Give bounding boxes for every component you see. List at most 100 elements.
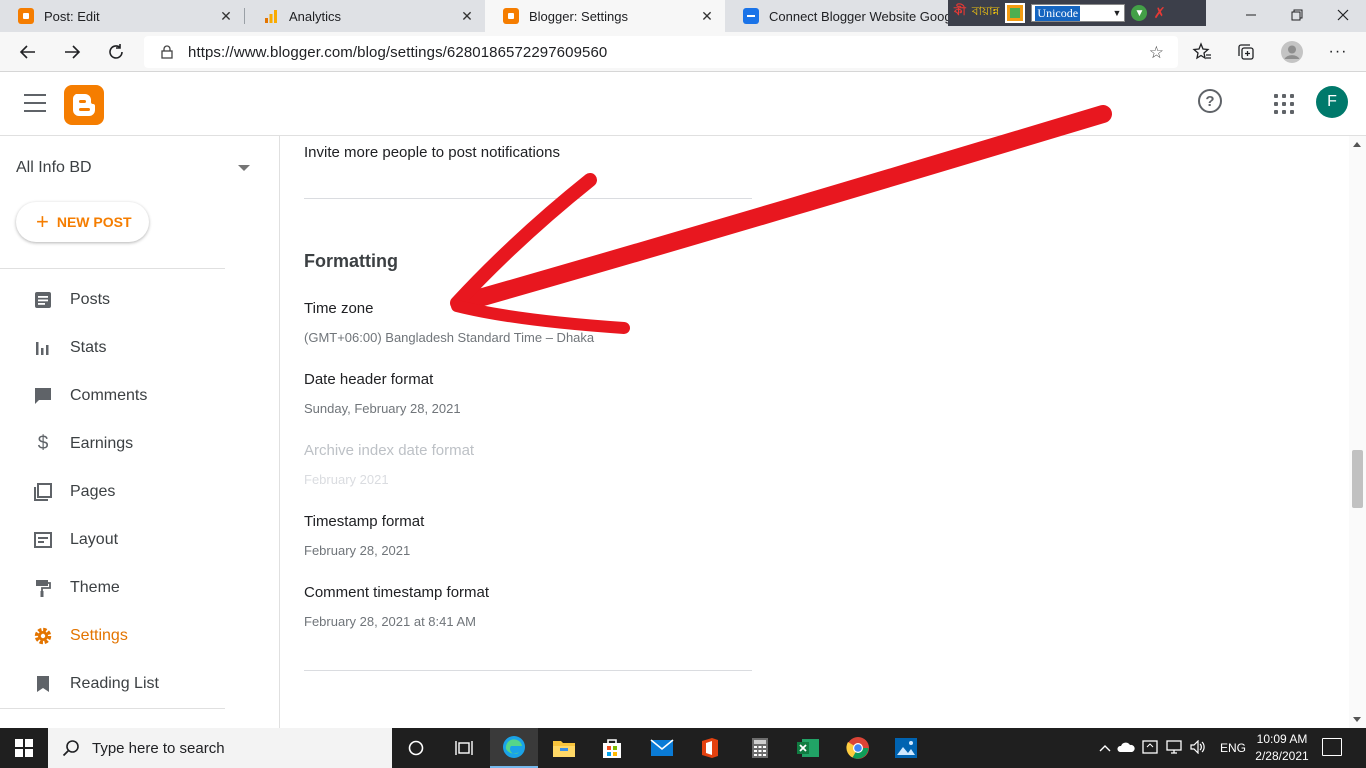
- profile-button[interactable]: [1276, 36, 1308, 68]
- tab-connect-blogger[interactable]: Connect Blogger Website Googl: [725, 0, 948, 32]
- chrome-icon[interactable]: [834, 728, 882, 768]
- favorites-icon: [1192, 42, 1211, 60]
- excel-icon[interactable]: [784, 728, 832, 768]
- collections-icon: [1238, 44, 1254, 60]
- sidebar-item-comments[interactable]: Comments: [0, 372, 279, 420]
- windows-start-icon[interactable]: [0, 728, 48, 768]
- sidebar-divider: [0, 268, 225, 269]
- address-bar[interactable]: https://www.blogger.com/blog/settings/62…: [144, 36, 1178, 68]
- menu-icon[interactable]: [24, 94, 46, 112]
- layout-icon: [32, 529, 54, 551]
- sidebar-item-theme[interactable]: Theme: [0, 564, 279, 612]
- new-post-button[interactable]: + NEW POST: [16, 202, 149, 242]
- sidebar-item-pages[interactable]: Pages: [0, 468, 279, 516]
- url-text[interactable]: https://www.blogger.com/blog/settings/62…: [188, 44, 607, 61]
- chevron-up-icon[interactable]: [1096, 741, 1114, 755]
- archive-index-date-format-value: February 2021: [304, 472, 389, 487]
- gear-icon: [32, 625, 54, 647]
- taskbar: Type here to search ENG 10:09 AM 2/28/20…: [0, 728, 1366, 768]
- forward-button[interactable]: [56, 36, 88, 68]
- download-icon[interactable]: ▼: [1131, 5, 1148, 21]
- blog-name: All Info BD: [16, 159, 92, 176]
- sidebar-item-layout[interactable]: Layout: [0, 516, 279, 564]
- sidebar-item-reading-list[interactable]: Reading List: [0, 660, 279, 708]
- meet-now-icon[interactable]: [1138, 739, 1162, 757]
- time-zone-label[interactable]: Time zone: [304, 300, 373, 317]
- sidebar-item-stats[interactable]: Stats: [0, 324, 279, 372]
- blogger-icon: [18, 8, 34, 24]
- edge-browser-icon[interactable]: [490, 728, 538, 768]
- close-icon[interactable]: ✕: [699, 8, 715, 25]
- scroll-up-icon[interactable]: [1353, 142, 1361, 147]
- timestamp-format-value: February 28, 2021: [304, 543, 411, 558]
- task-view-icon[interactable]: [440, 728, 488, 768]
- close-window-button[interactable]: [1320, 0, 1366, 30]
- archive-index-date-format-label: Archive index date format: [304, 442, 475, 459]
- more-horizontal-icon: ···: [1328, 43, 1348, 60]
- sidebar-divider: [0, 708, 225, 709]
- restore-button[interactable]: [1274, 0, 1320, 30]
- tab-title: Post: Edit: [44, 8, 100, 24]
- encoding-select[interactable]: Unicode ▼: [1031, 4, 1126, 22]
- section-title-formatting: Formatting: [304, 251, 398, 271]
- sidebar-item-settings[interactable]: Settings: [0, 612, 279, 660]
- minimize-button[interactable]: [1228, 0, 1274, 30]
- close-icon[interactable]: ✕: [459, 8, 475, 25]
- tab-title: Analytics: [289, 8, 342, 24]
- paint-roller-icon: [32, 577, 54, 599]
- sidebar-item-view-blog[interactable]: [0, 716, 279, 728]
- chevron-down-icon: ▼: [1112, 8, 1122, 18]
- page-scrollbar[interactable]: [1349, 136, 1366, 728]
- back-button[interactable]: [12, 36, 44, 68]
- sidebar: All Info BD + NEW POST Posts Stats Comme…: [0, 136, 280, 728]
- settings-more-button[interactable]: ···: [1322, 36, 1354, 68]
- scroll-down-icon[interactable]: [1353, 717, 1361, 722]
- notification-icon[interactable]: [1322, 738, 1342, 756]
- date-header-format-label[interactable]: Date header format: [304, 371, 433, 388]
- settings-content: Invite more people to post notifications…: [281, 136, 1349, 728]
- onedrive-icon[interactable]: [1114, 741, 1138, 756]
- photos-icon[interactable]: [882, 728, 930, 768]
- sidebar-item-label: Earnings: [70, 435, 134, 452]
- timestamp-format-label[interactable]: Timestamp format: [304, 513, 424, 530]
- scroll-thumb[interactable]: [1352, 450, 1363, 508]
- blogger-b-icon: [72, 94, 95, 116]
- blogger-logo[interactable]: [64, 85, 104, 125]
- tab-analytics[interactable]: Analytics ✕: [245, 0, 485, 32]
- search-placeholder: Type here to search: [92, 739, 225, 757]
- collections-button[interactable]: [1230, 36, 1262, 68]
- lock-icon[interactable]: [160, 45, 174, 59]
- refresh-button[interactable]: [100, 36, 132, 68]
- clock-date: 2/28/2021: [1255, 749, 1309, 763]
- sidebar-item-earnings[interactable]: $ Earnings: [0, 420, 279, 468]
- store-icon[interactable]: [588, 728, 636, 768]
- avatar[interactable]: F: [1316, 86, 1348, 118]
- blog-selector[interactable]: All Info BD: [16, 156, 256, 180]
- tab-post-edit[interactable]: Post: Edit ✕: [0, 0, 244, 32]
- close-widget-icon[interactable]: ✗: [1153, 4, 1166, 22]
- comment-timestamp-format-label[interactable]: Comment timestamp format: [304, 584, 489, 601]
- cortana-icon[interactable]: [392, 728, 440, 768]
- sidebar-item-posts[interactable]: Posts: [0, 276, 279, 324]
- calculator-icon[interactable]: [736, 728, 784, 768]
- file-explorer-icon[interactable]: [540, 728, 588, 768]
- invite-notifications-setting[interactable]: Invite more people to post notifications: [304, 144, 560, 161]
- language-widget-brand: বায়ান্ন: [971, 4, 1000, 18]
- help-icon[interactable]: ?: [1198, 89, 1222, 113]
- tab-blogger-settings[interactable]: Blogger: Settings ✕: [485, 0, 725, 32]
- sidebar-item-label: Reading List: [70, 675, 159, 692]
- system-clock[interactable]: 10:09 AM 2/28/2021: [1248, 731, 1316, 765]
- google-apps-icon[interactable]: [1274, 94, 1294, 114]
- input-language[interactable]: ENG: [1220, 741, 1246, 755]
- office-icon[interactable]: [686, 728, 734, 768]
- taskbar-search-input[interactable]: Type here to search: [48, 728, 392, 768]
- network-icon[interactable]: [1162, 739, 1186, 757]
- mode-toggle[interactable]: [1005, 3, 1026, 23]
- browser-toolbar: https://www.blogger.com/blog/settings/62…: [0, 32, 1366, 72]
- stats-icon: [32, 337, 54, 359]
- volume-icon[interactable]: [1186, 739, 1210, 757]
- mail-icon[interactable]: [638, 728, 686, 768]
- close-icon[interactable]: ✕: [218, 8, 234, 25]
- add-favorite-icon[interactable]: ☆: [1149, 43, 1164, 63]
- favorites-button[interactable]: [1186, 36, 1218, 68]
